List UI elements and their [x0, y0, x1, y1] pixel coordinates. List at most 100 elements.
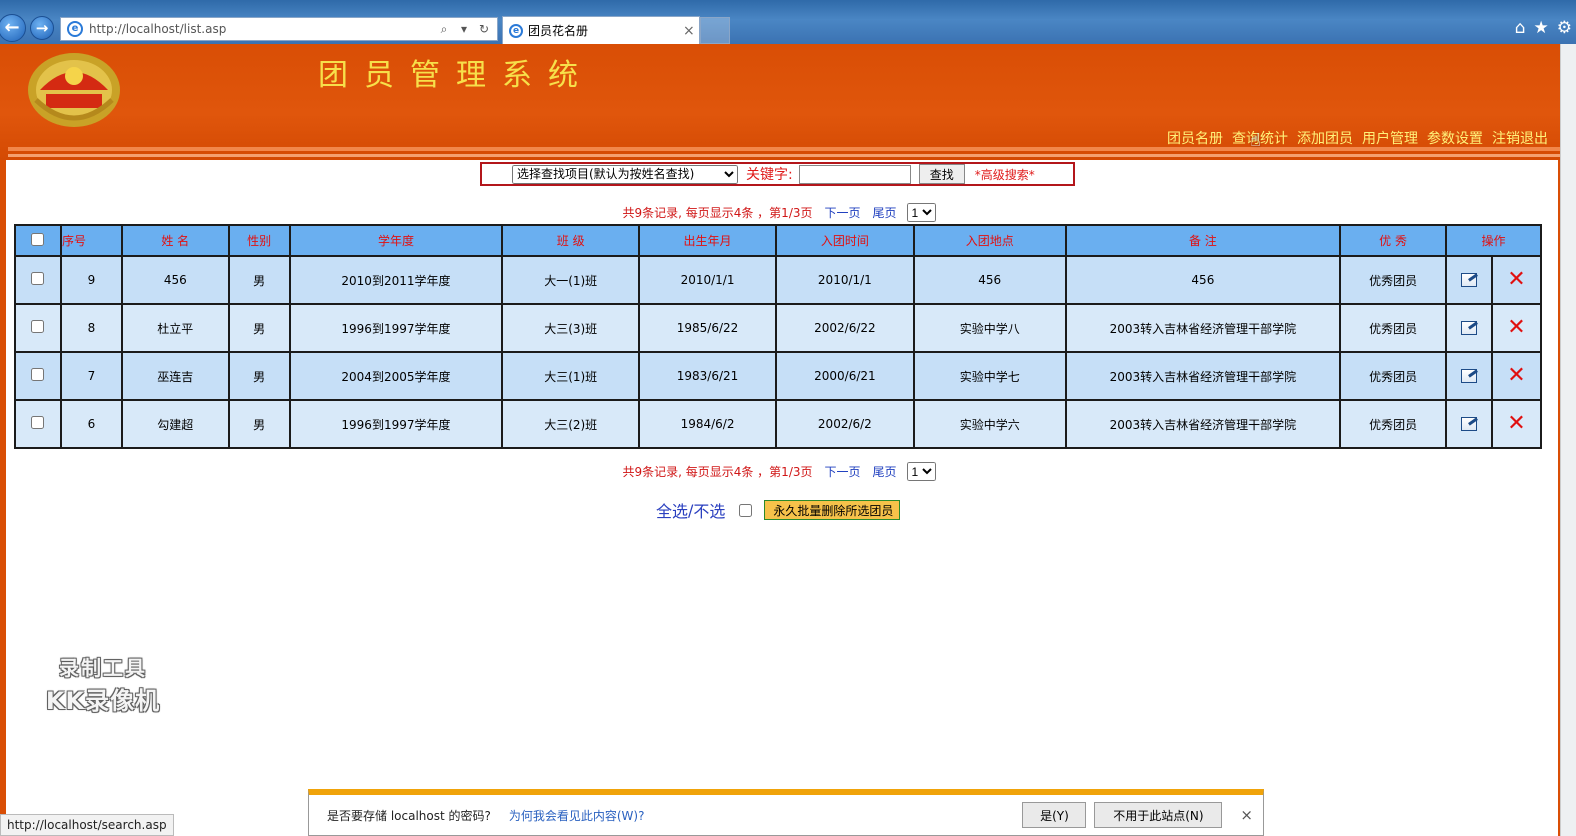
cell-name: 杜立平	[120, 303, 230, 353]
edit-cell	[1445, 399, 1493, 449]
edit-icon[interactable]	[1460, 273, 1477, 288]
page-select[interactable]: 1	[906, 203, 936, 222]
cell-join-date: 2002/6/2	[774, 399, 915, 449]
cell-school-year: 1996到1997学年度	[288, 399, 504, 449]
vertical-scrollbar[interactable]	[1560, 44, 1576, 836]
last-page-link[interactable]: 尾页	[873, 463, 897, 480]
forward-arrow-icon: →	[35, 19, 49, 37]
delete-icon[interactable]: ✕	[1507, 315, 1525, 340]
select-all-checkbox[interactable]	[31, 232, 45, 246]
forward-button[interactable]: →	[30, 16, 54, 40]
edit-icon[interactable]	[1460, 417, 1477, 432]
refresh-icon[interactable]: ↻	[477, 22, 491, 36]
cell-join-place: 实验中学六	[912, 399, 1067, 449]
keyword-input[interactable]	[798, 164, 911, 184]
banner-divider	[8, 147, 1560, 151]
pager-summary: 共9条记录, 每页显示4条 ，第1/3页	[622, 465, 813, 479]
bulk-delete-button[interactable]: 永久批量删除所选团员	[764, 500, 901, 520]
last-page-link[interactable]: 尾页	[873, 204, 897, 221]
save-password-yes-button[interactable]: 是(Y)	[1022, 802, 1087, 828]
row-checkbox[interactable]	[31, 416, 45, 429]
dropdown-icon[interactable]: ▾	[457, 22, 471, 36]
cell-name: 勾建超	[120, 399, 230, 449]
roster-table: 序号 姓 名 性别 学年度 班 级 出生年月 入团时间 入团地点 备 注 优 秀…	[14, 224, 1543, 449]
row-select-cell	[14, 351, 62, 401]
delete-cell: ✕	[1490, 255, 1543, 305]
next-page-link[interactable]: 下一页	[825, 463, 861, 480]
browser-toolbar: ← → e http://localhost/list.asp ⌕ ▾ ↻ e …	[0, 0, 1576, 44]
why-see-this-link[interactable]: 为何我会看见此内容(W)?	[509, 807, 645, 824]
bulk-select-checkbox[interactable]	[739, 503, 753, 517]
address-url[interactable]: http://localhost/list.asp	[89, 22, 437, 36]
delete-cell: ✕	[1490, 303, 1543, 353]
home-icon[interactable]: ⌂	[1515, 18, 1526, 38]
recorder-watermark: 录制工具 KK录像机	[28, 652, 178, 716]
favorites-star-icon[interactable]: ★	[1534, 18, 1549, 38]
edit-icon[interactable]	[1460, 369, 1477, 384]
cell-join-place: 实验中学七	[912, 351, 1067, 401]
tab-ie-icon: e	[509, 23, 523, 38]
cell-join-date: 2002/6/22	[774, 303, 915, 353]
delete-icon[interactable]: ✕	[1507, 411, 1525, 436]
table-row: 8 杜立平 男 1996到1997学年度 大三(3)班 1985/6/22 20…	[14, 303, 1543, 353]
cell-id: 9	[59, 255, 123, 305]
address-bar[interactable]: e http://localhost/list.asp ⌕ ▾ ↻	[60, 17, 498, 41]
hand-cursor-icon: ☝	[1250, 130, 1261, 151]
search-button[interactable]: 查找	[918, 164, 965, 184]
league-emblem-icon	[28, 53, 120, 127]
cell-birth: 2010/1/1	[638, 255, 777, 305]
nav-user-management[interactable]: 用户管理	[1362, 128, 1418, 148]
search-form: 选择查找项目(默认为按姓名查找) 关键字: 查找 *高级搜索*	[480, 162, 1075, 186]
nav-add-member[interactable]: 添加团员	[1297, 128, 1353, 148]
nav-settings[interactable]: 参数设置	[1427, 128, 1483, 148]
header-id: 序号	[59, 224, 123, 257]
header-gender: 性别	[227, 224, 291, 257]
cell-honor: 优秀团员	[1339, 303, 1447, 353]
watermark-line-2: KK录像机	[45, 687, 161, 715]
cell-gender: 男	[227, 303, 291, 353]
search-field-select[interactable]: 选择查找项目(默认为按姓名查找)	[512, 164, 738, 184]
pager-top: 共9条记录, 每页显示4条 ，第1/3页 下一页 尾页 1	[0, 203, 1558, 222]
select-none-link[interactable]: 不选	[693, 498, 725, 522]
table-row: 6 勾建超 男 1996到1997学年度 大三(2)班 1984/6/2 200…	[14, 399, 1543, 449]
nav-roster[interactable]: 团员名册	[1167, 128, 1223, 148]
cell-gender: 男	[227, 351, 291, 401]
delete-icon[interactable]: ✕	[1507, 363, 1525, 388]
gear-icon[interactable]: ⚙	[1557, 18, 1572, 38]
table-row: 7 巫连吉 男 2004到2005学年度 大三(1)班 1983/6/21 20…	[14, 351, 1543, 401]
cell-school-year: 1996到1997学年度	[288, 303, 504, 353]
advanced-search-link[interactable]: *高级搜索*	[975, 166, 1035, 183]
select-all-link[interactable]: 全选	[656, 498, 688, 522]
close-icon[interactable]: ×	[1240, 806, 1253, 824]
tab-close-icon[interactable]: ×	[683, 23, 699, 39]
row-checkbox[interactable]	[31, 368, 45, 381]
search-icon[interactable]: ⌕	[437, 22, 451, 36]
header-birth: 出生年月	[638, 224, 777, 257]
cell-gender: 男	[227, 255, 291, 305]
browser-tab[interactable]: e 团员花名册 ×	[502, 16, 700, 44]
new-tab-button[interactable]	[700, 17, 730, 44]
row-checkbox[interactable]	[31, 320, 45, 333]
cell-note: 456	[1064, 255, 1342, 305]
edit-icon[interactable]	[1460, 321, 1477, 336]
edit-cell	[1445, 351, 1493, 401]
status-bar: http://localhost/search.asp	[0, 814, 174, 836]
cell-join-date: 2000/6/21	[774, 351, 915, 401]
password-save-prompt: 是否要存储 localhost 的密码? 为何我会看见此内容(W)? 是(Y) …	[308, 789, 1264, 836]
delete-icon[interactable]: ✕	[1507, 267, 1525, 292]
bulk-actions: 全选 / 不选 永久批量删除所选团员	[656, 498, 901, 522]
next-page-link[interactable]: 下一页	[825, 204, 861, 221]
row-checkbox[interactable]	[31, 272, 45, 285]
cell-join-date: 2010/1/1	[774, 255, 915, 305]
page-select[interactable]: 1	[906, 462, 936, 481]
back-arrow-icon: ←	[4, 17, 20, 38]
header-actions: 操作	[1445, 224, 1542, 257]
row-select-cell	[14, 255, 62, 305]
back-button[interactable]: ←	[0, 14, 26, 42]
never-for-site-button[interactable]: 不用于此站点(N)	[1094, 802, 1223, 828]
header-join-date: 入团时间	[774, 224, 915, 257]
nav-logout[interactable]: 注销退出	[1492, 128, 1548, 148]
header-join-place: 入团地点	[912, 224, 1067, 257]
watermark-line-1: 录制工具	[59, 656, 147, 680]
table-row: 9 456 男 2010到2011学年度 大一(1)班 2010/1/1 201…	[14, 255, 1543, 305]
